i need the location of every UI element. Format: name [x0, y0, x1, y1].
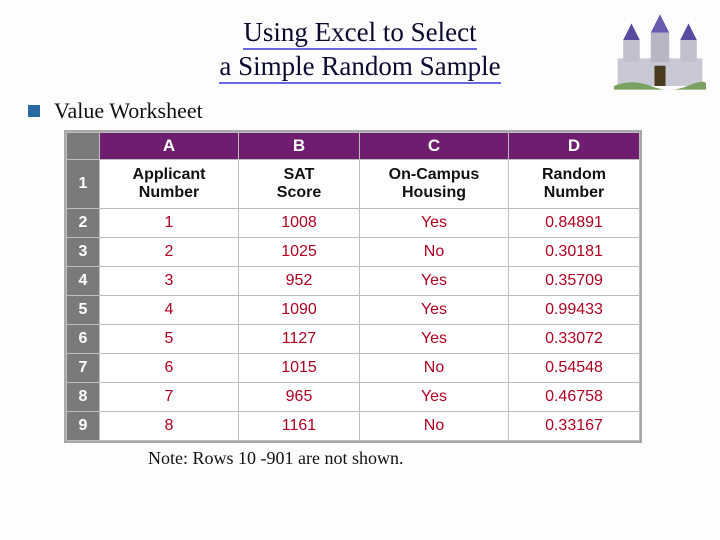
title-line-1: Using Excel to Select	[243, 17, 476, 50]
cell: 0.99433	[509, 296, 640, 325]
cell: 3	[100, 267, 239, 296]
cell: Yes	[360, 209, 509, 238]
cell: Yes	[360, 325, 509, 354]
bullet-label: Value Worksheet	[54, 98, 203, 124]
title-line-2: a Simple Random Sample	[219, 51, 500, 84]
cell: 8	[100, 412, 239, 441]
row-number: 1	[67, 160, 100, 209]
row-number: 4	[67, 267, 100, 296]
cell: 1015	[239, 354, 360, 383]
cell: 2	[100, 238, 239, 267]
cell: 0.33167	[509, 412, 640, 441]
column-letter-row: A B C D	[67, 133, 640, 160]
field-header: On-CampusHousing	[360, 160, 509, 209]
cell: 1	[100, 209, 239, 238]
row-number: 9	[67, 412, 100, 441]
table-row: 6 5 1127 Yes 0.33072	[67, 325, 640, 354]
cell: No	[360, 354, 509, 383]
cell: 0.33072	[509, 325, 640, 354]
cell: 0.46758	[509, 383, 640, 412]
note-text: Note: Rows 10 -901 are not shown.	[148, 448, 403, 469]
field-header: SATScore	[239, 160, 360, 209]
table-row: 4 3 952 Yes 0.35709	[67, 267, 640, 296]
cell: 0.35709	[509, 267, 640, 296]
row-number: 2	[67, 209, 100, 238]
cell: 0.30181	[509, 238, 640, 267]
field-header: RandomNumber	[509, 160, 640, 209]
table-row: 7 6 1015 No 0.54548	[67, 354, 640, 383]
row-number: 8	[67, 383, 100, 412]
cell: Yes	[360, 296, 509, 325]
col-letter: D	[509, 133, 640, 160]
cell: 5	[100, 325, 239, 354]
col-letter: C	[360, 133, 509, 160]
cell: 6	[100, 354, 239, 383]
row-number: 7	[67, 354, 100, 383]
cell: 0.54548	[509, 354, 640, 383]
cell: 1127	[239, 325, 360, 354]
cell: 7	[100, 383, 239, 412]
row-number: 6	[67, 325, 100, 354]
table-row: 5 4 1090 Yes 0.99433	[67, 296, 640, 325]
castle-icon	[614, 12, 706, 90]
cell: No	[360, 238, 509, 267]
cell: 1008	[239, 209, 360, 238]
cell: 965	[239, 383, 360, 412]
col-letter: B	[239, 133, 360, 160]
cell: 952	[239, 267, 360, 296]
cell: 1025	[239, 238, 360, 267]
table-row: 2 1 1008 Yes 0.84891	[67, 209, 640, 238]
row-number: 3	[67, 238, 100, 267]
cell: 1161	[239, 412, 360, 441]
corner-cell	[67, 133, 100, 160]
cell: Yes	[360, 383, 509, 412]
spreadsheet: A B C D 1 ApplicantNumber SATScore On-Ca…	[64, 130, 642, 443]
field-header: ApplicantNumber	[100, 160, 239, 209]
bullet-item: Value Worksheet	[28, 98, 203, 124]
cell: No	[360, 412, 509, 441]
table-row: 8 7 965 Yes 0.46758	[67, 383, 640, 412]
col-letter: A	[100, 133, 239, 160]
table-row: 3 2 1025 No 0.30181	[67, 238, 640, 267]
cell: 1090	[239, 296, 360, 325]
cell: 4	[100, 296, 239, 325]
row-number: 5	[67, 296, 100, 325]
square-bullet-icon	[28, 105, 40, 117]
slide-title: Using Excel to Select a Simple Random Sa…	[0, 0, 720, 84]
field-header-row: 1 ApplicantNumber SATScore On-CampusHous…	[67, 160, 640, 209]
spreadsheet-table: A B C D 1 ApplicantNumber SATScore On-Ca…	[66, 132, 640, 441]
cell: 0.84891	[509, 209, 640, 238]
table-row: 9 8 1161 No 0.33167	[67, 412, 640, 441]
cell: Yes	[360, 267, 509, 296]
